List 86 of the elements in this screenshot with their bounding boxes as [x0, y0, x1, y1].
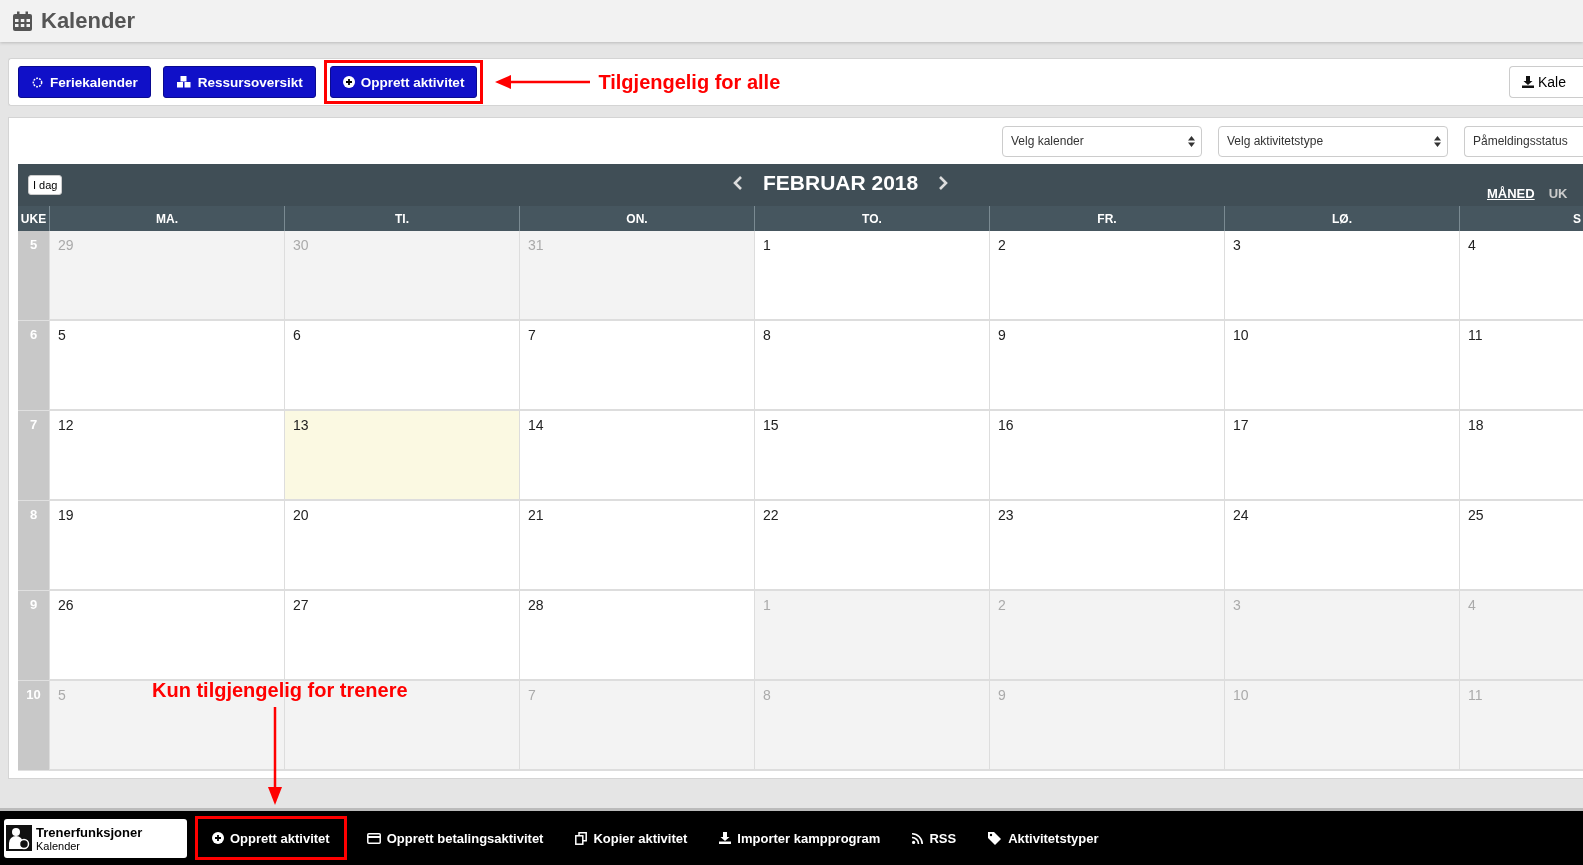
day-number: 7: [528, 687, 536, 703]
day-number: 4: [1468, 237, 1476, 253]
day-number: 8: [763, 687, 771, 703]
plus-circle-icon: [342, 76, 355, 88]
export-button[interactable]: Kale: [1509, 66, 1583, 98]
day-number: 19: [58, 507, 74, 523]
calendar-icon: [12, 10, 33, 32]
day-number: 14: [528, 417, 544, 433]
month-title: FEBRUAR 2018: [763, 171, 919, 195]
tag-icon: [988, 831, 1003, 845]
day-number: 4: [1468, 597, 1476, 613]
column-header: LØ.: [1224, 206, 1459, 231]
view-tab[interactable]: MÅNED: [1487, 186, 1535, 201]
select-field[interactable]: Velg aktivitetstype: [1218, 125, 1448, 157]
column-header: MA.: [49, 206, 284, 231]
annotation-text: Kun tilgjengelig for trenere: [152, 679, 408, 701]
select-field[interactable]: Velg kalender: [1002, 125, 1202, 157]
day-number: 9: [998, 687, 1006, 703]
day-number: 29: [58, 237, 74, 253]
view-tab[interactable]: UK: [1548, 186, 1568, 201]
day-number: 27: [293, 597, 309, 613]
day-number: 3: [1233, 597, 1241, 613]
toolbar-button[interactable]: Opprett aktivitet: [329, 66, 478, 98]
day-number: 10: [1233, 687, 1249, 703]
day-number: 21: [528, 507, 544, 523]
annotation-text: Tilgjengelig for alle: [598, 70, 781, 94]
day-number: 10: [1233, 327, 1249, 343]
sun-icon: [31, 75, 44, 89]
day-number: 1: [763, 597, 771, 613]
day-number: 30: [293, 237, 309, 253]
day-number: 20: [293, 507, 309, 523]
bar-button[interactable]: Importer kampprogram: [707, 830, 893, 846]
day-number: 25: [1468, 507, 1484, 523]
rss-icon: [912, 832, 924, 844]
download-icon: [1522, 76, 1534, 88]
day-number: 28: [528, 597, 544, 613]
day-number: 1: [763, 237, 771, 253]
day-number: 31: [528, 237, 544, 253]
day-number: 12: [58, 417, 74, 433]
column-header: ON.: [519, 206, 754, 231]
chevron-left-icon[interactable]: [733, 176, 743, 190]
day-number: 8: [763, 327, 771, 343]
day-number: 6: [293, 327, 301, 343]
day-number: 13: [293, 417, 309, 433]
day-number: 3: [1233, 237, 1241, 253]
bar-button[interactable]: Kopier aktivitet: [563, 830, 700, 846]
copy-icon: [575, 831, 588, 845]
day-number: 24: [1233, 507, 1249, 523]
toolbar-button[interactable]: Feriekalender: [18, 66, 151, 98]
day-number: 2: [998, 237, 1006, 253]
updown-caret-icon: [1434, 135, 1441, 147]
day-number: 11: [1468, 687, 1483, 703]
plus-circle-icon: [212, 832, 224, 844]
select-field[interactable]: Påmeldingsstatus: [1464, 125, 1583, 157]
credit-card-icon: [366, 832, 381, 844]
day-number: 16: [998, 417, 1014, 433]
updown-caret-icon: [1188, 135, 1195, 147]
day-number: 26: [58, 597, 74, 613]
bar-title: Trenerfunksjoner: [36, 824, 143, 840]
today-button[interactable]: I dag: [28, 175, 63, 195]
column-header: S: [1459, 206, 1583, 231]
day-number: 5: [58, 327, 66, 343]
column-header: TI.: [284, 206, 519, 231]
day-number: 9: [998, 327, 1006, 343]
page-title: Kalender: [41, 8, 136, 34]
bar-subtitle: Kalender: [36, 839, 81, 852]
cubes-icon: [175, 75, 192, 89]
bar-button[interactable]: Opprett betalingsaktivitet: [354, 830, 556, 846]
day-number: 7: [528, 327, 536, 343]
bar-button[interactable]: Aktivitetstyper: [976, 830, 1111, 846]
column-header: FR.: [989, 206, 1224, 231]
day-number: 2: [998, 597, 1006, 613]
day-number: 15: [763, 417, 779, 433]
download-icon: [719, 832, 732, 844]
toolbar-button[interactable]: Ressursoversikt: [162, 66, 316, 98]
bar-button[interactable]: RSS: [900, 830, 969, 846]
column-header: TO.: [754, 206, 989, 231]
column-header: UKE: [18, 206, 49, 231]
bar-button[interactable]: Opprett aktivitet: [200, 830, 342, 846]
day-number: 18: [1468, 417, 1484, 433]
day-number: 17: [1233, 417, 1249, 433]
chevron-right-icon[interactable]: [938, 176, 949, 190]
day-number: 5: [58, 687, 66, 703]
day-number: 23: [998, 507, 1014, 523]
day-number: 22: [763, 507, 779, 523]
day-number: 11: [1468, 327, 1483, 343]
